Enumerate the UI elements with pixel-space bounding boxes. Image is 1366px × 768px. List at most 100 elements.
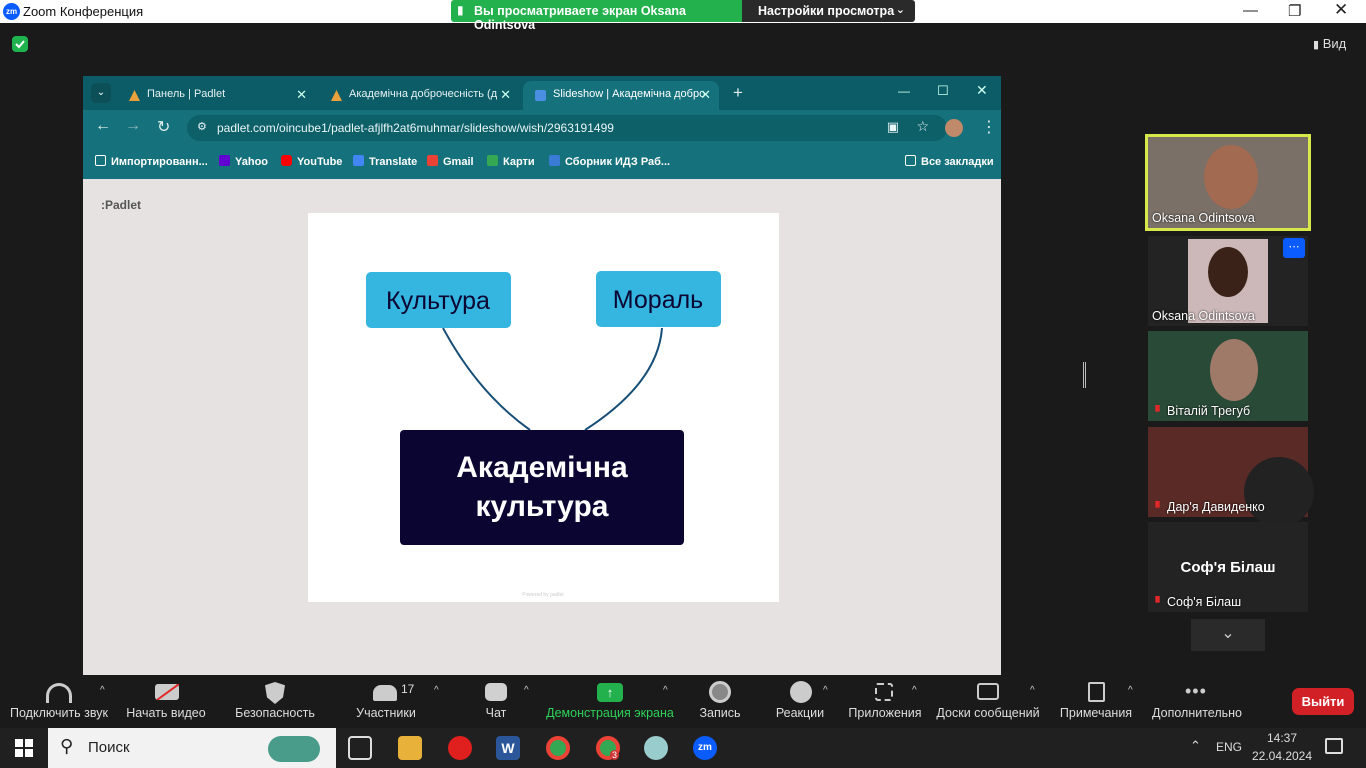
site-settings-icon[interactable]: ⚙ <box>197 120 207 133</box>
more-options-icon[interactable]: ⋯ <box>1283 238 1305 258</box>
share-screen-icon[interactable]: ↑ <box>597 683 623 702</box>
clock-date[interactable]: 22.04.2024 <box>1250 749 1314 763</box>
participant-tile[interactable]: ⋯ Oksana Odintsova <box>1148 236 1308 326</box>
forward-icon[interactable]: → <box>125 117 141 135</box>
view-options-button[interactable]: Настройки просмотра ⌄ <box>742 0 915 22</box>
participants-options-caret[interactable]: ^ <box>434 685 439 696</box>
screen-share-banner: ▮ Вы просматриваете экран Oksana Odintso… <box>451 0 915 32</box>
headphones-icon[interactable] <box>46 683 72 703</box>
tab-slideshow[interactable]: Slideshow | Академічна добро ✕ <box>523 81 719 110</box>
tab-padlet-panel[interactable]: Панель | Padlet ✕ <box>117 81 315 110</box>
view-button[interactable]: ▮ Вид <box>1313 36 1346 51</box>
all-bookmarks[interactable]: Все закладки <box>905 155 994 168</box>
reload-icon[interactable]: ↻ <box>157 117 170 137</box>
whiteboards-icon[interactable] <box>977 683 999 700</box>
apps-options-caret[interactable]: ^ <box>912 685 917 696</box>
bookmark-maps[interactable]: Карти <box>487 155 535 168</box>
apps-button[interactable]: Приложения <box>840 706 930 720</box>
new-tab-icon[interactable]: + <box>733 83 743 103</box>
record-icon[interactable] <box>709 681 731 703</box>
reactions-options-caret[interactable]: ^ <box>823 685 828 696</box>
bookmark-yahoo[interactable]: Yahoo <box>219 155 268 168</box>
record-button[interactable]: Запись <box>690 706 750 720</box>
participants-icon[interactable] <box>373 685 397 701</box>
join-audio-button[interactable]: Подключить звук <box>0 706 118 720</box>
file-explorer-icon[interactable] <box>398 736 422 760</box>
restore-icon[interactable]: ❐ <box>1288 2 1301 20</box>
browser-close-icon[interactable]: ✕ <box>976 82 988 99</box>
security-shield-icon[interactable] <box>12 36 28 52</box>
reactions-icon[interactable] <box>790 681 812 703</box>
maps-icon <box>487 155 498 166</box>
taskbar-search-box[interactable]: ⚲ Поиск <box>48 728 336 768</box>
share-status: ▮ Вы просматриваете экран Oksana Odintso… <box>451 0 742 32</box>
language-indicator[interactable]: ENG <box>1216 740 1242 754</box>
minimize-icon[interactable]: — <box>1243 2 1258 19</box>
notes-button[interactable]: Примечания <box>1054 706 1138 720</box>
bookmark-gmail[interactable]: Gmail <box>427 155 474 168</box>
bookmark-youtube[interactable]: YouTube <box>281 155 342 168</box>
browser-maximize-icon[interactable]: ☐ <box>937 83 949 99</box>
back-icon[interactable]: ← <box>95 117 111 135</box>
whiteboards-options-caret[interactable]: ^ <box>1030 685 1035 696</box>
bookmark-translate[interactable]: Translate <box>353 155 417 168</box>
security-icon[interactable] <box>265 682 285 704</box>
chat-button[interactable]: Чат <box>470 706 522 720</box>
participant-tile-active-speaker[interactable]: Oksana Odintsova <box>1145 134 1311 231</box>
tab-label: Панель | Padlet <box>147 88 226 100</box>
url-input[interactable]: ⚙ padlet.com/oincube1/padlet-afjlfh2at6m… <box>187 115 947 141</box>
apps-icon[interactable] <box>875 683 893 701</box>
task-view-icon[interactable] <box>348 736 372 760</box>
leave-button[interactable]: Выйти <box>1292 688 1354 715</box>
more-icon[interactable]: ••• <box>1185 681 1207 702</box>
word-icon[interactable]: W <box>496 736 520 760</box>
close-tab-icon[interactable]: ✕ <box>500 87 511 103</box>
reactions-button[interactable]: Реакции <box>766 706 834 720</box>
muted-mic-icon <box>1155 501 1160 508</box>
chat-icon[interactable] <box>485 683 507 701</box>
browser-minimize-icon[interactable]: — <box>898 84 910 98</box>
security-button[interactable]: Безопасность <box>224 706 326 720</box>
zoom-taskbar-icon[interactable]: zm <box>693 736 717 760</box>
whiteboards-button[interactable]: Доски сообщений <box>934 706 1042 720</box>
windows-start-icon[interactable] <box>15 739 33 757</box>
profile-avatar[interactable] <box>945 119 963 137</box>
notes-icon[interactable] <box>1088 682 1105 702</box>
document-icon <box>549 155 560 166</box>
show-hidden-icons-icon[interactable]: ⌃ <box>1190 738 1201 754</box>
tab-academic-integrity[interactable]: Академічна доброчесність (д ✕ <box>319 81 519 110</box>
share-options-caret[interactable]: ^ <box>663 685 668 696</box>
opera-icon[interactable] <box>448 736 472 760</box>
browser-menu-icon[interactable]: ⋮ <box>981 117 997 137</box>
participant-tile[interactable]: Соф'я Білаш Соф'я Білаш <box>1148 522 1308 612</box>
padlet-logo[interactable]: :Padlet <box>101 198 141 212</box>
bookmark-star-icon[interactable]: ☆ <box>916 118 929 135</box>
participant-tile[interactable]: Віталій Трегуб <box>1148 331 1308 421</box>
video-off-icon[interactable] <box>155 683 180 701</box>
padlet-slideshow-page: :Padlet Культура Мораль Академічна культ… <box>83 179 1001 675</box>
concept-diagram: Культура Мораль Академічна культура Powe… <box>366 271 721 598</box>
more-button[interactable]: Дополнительно <box>1148 706 1246 720</box>
notifications-icon[interactable] <box>1325 738 1343 754</box>
scroll-participants-down-button[interactable]: ⌄ <box>1191 619 1265 651</box>
chrome-icon[interactable] <box>546 736 570 760</box>
tab-search-button[interactable]: ⌄ <box>91 83 111 103</box>
bookmark-idz[interactable]: Сборник ИДЗ Раб... <box>549 155 670 168</box>
notes-options-caret[interactable]: ^ <box>1128 685 1133 696</box>
close-tab-icon[interactable]: ✕ <box>296 87 307 103</box>
audio-options-caret[interactable]: ^ <box>100 685 105 696</box>
share-screen-button[interactable]: Демонстрация экрана <box>540 706 680 720</box>
chat-options-caret[interactable]: ^ <box>524 685 529 696</box>
panel-resize-handle[interactable] <box>1083 362 1086 388</box>
start-video-button[interactable]: Начать видео <box>118 706 214 720</box>
participant-tile[interactable]: Дар'я Давиденко <box>1148 427 1314 527</box>
participants-button[interactable]: Участники <box>340 706 432 720</box>
bookmark-imported[interactable]: Импортированн... <box>95 155 208 168</box>
participant-name: Віталій Трегуб <box>1152 404 1250 418</box>
install-app-icon[interactable]: ▣ <box>887 119 899 135</box>
paint-icon[interactable] <box>644 736 668 760</box>
close-tab-icon[interactable]: ✕ <box>700 87 711 103</box>
close-icon[interactable]: ✕ <box>1334 0 1348 20</box>
search-placeholder: Поиск <box>88 739 130 756</box>
clock-time[interactable]: 14:37 <box>1254 731 1310 745</box>
